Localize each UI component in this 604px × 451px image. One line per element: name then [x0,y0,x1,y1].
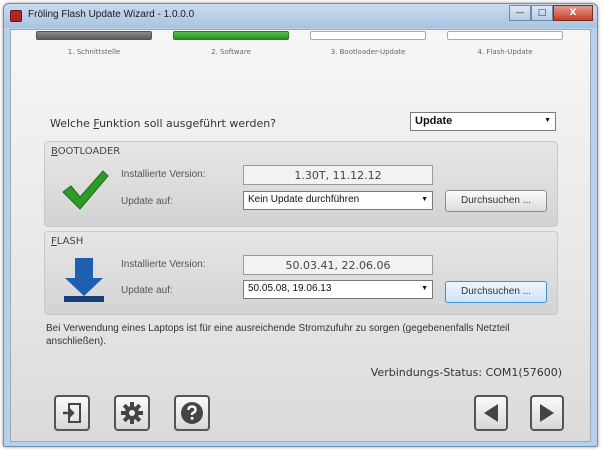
function-question: Welche Funktion soll ausgeführt werden? [50,117,277,130]
next-button[interactable] [530,395,564,431]
window-title: Fröling Flash Update Wizard - 1.0.0.0 [28,9,195,20]
step-progress-bar [173,31,289,40]
step-progress-bar [310,31,426,40]
minimize-button[interactable]: — [509,5,531,21]
back-button[interactable] [474,395,508,431]
checkmark-icon [62,170,109,210]
power-supply-note: Bei Verwendung eines Laptops ist für ein… [46,323,510,347]
step-label: 1. Schnittstelle [67,48,121,56]
flash-update-select[interactable]: 50.05.08, 19.06.13 ▼ [243,280,433,299]
mode-select[interactable]: Update ▼ [410,112,556,131]
window-controls: — □ X [509,5,593,21]
gear-icon [121,402,143,424]
wizard-steps: 1. Schnittstelle 2. Software 3. Bootload… [36,31,564,61]
step-schnittstelle[interactable]: 1. Schnittstelle [36,31,152,56]
step-label: 3. Bootloader-Update [330,48,406,56]
download-arrow-icon [64,258,104,302]
bootloader-browse-button[interactable]: Durchsuchen ... [445,190,547,212]
close-button[interactable]: X [553,5,593,21]
settings-button[interactable] [114,395,150,431]
flash-installed-version: 50.03.41, 22.06.06 [243,255,433,275]
bootloader-update-label: Update auf: [121,196,173,207]
exit-button[interactable] [54,395,90,431]
step-software[interactable]: 2. Software [173,31,289,56]
help-button[interactable] [174,395,210,431]
maximize-button[interactable]: □ [531,5,553,21]
flash-group: FLASH Installierte Version: 50.03.41, 22… [44,231,558,315]
flash-update-value: 50.05.08, 19.06.13 [248,283,332,294]
step-progress-bar [447,31,563,40]
bootloader-installed-version: 1.30T, 11.12.12 [243,165,433,185]
maximize-icon: □ [537,8,547,18]
minimize-icon: — [515,8,525,18]
bootloader-update-value: Kein Update durchführen [248,194,360,205]
bootloader-group-title: BOOTLOADER [51,146,121,157]
step-progress-bar [36,31,152,40]
step-bootloader-update[interactable]: 3. Bootloader-Update [310,31,426,56]
back-arrow-icon [484,404,498,422]
chevron-down-icon: ▼ [421,285,428,292]
app-icon [10,10,22,22]
step-label: 2. Software [211,48,251,56]
exit-icon [63,403,81,423]
title-bar: Fröling Flash Update Wizard - 1.0.0.0 — … [4,4,597,28]
flash-update-label: Update auf: [121,285,173,296]
help-icon [181,402,203,424]
bootloader-installed-label: Installierte Version: [121,169,206,180]
step-label: 4. Flash-Update [477,48,533,56]
next-arrow-icon [540,404,554,422]
flash-installed-label: Installierte Version: [121,259,206,270]
chevron-down-icon: ▼ [544,117,551,124]
flash-browse-button[interactable]: Durchsuchen ... [445,281,547,303]
connection-status: Verbindungs-Status: COM1(57600) [370,366,562,379]
flash-group-title: FLASH [51,236,84,247]
bootloader-group: BOOTLOADER Installierte Version: 1.30T, … [44,141,558,227]
close-icon: X [569,8,577,18]
chevron-down-icon: ▼ [421,196,428,203]
step-flash-update[interactable]: 4. Flash-Update [447,31,563,56]
bootloader-update-select[interactable]: Kein Update durchführen ▼ [243,191,433,210]
mode-select-value: Update [415,115,453,127]
